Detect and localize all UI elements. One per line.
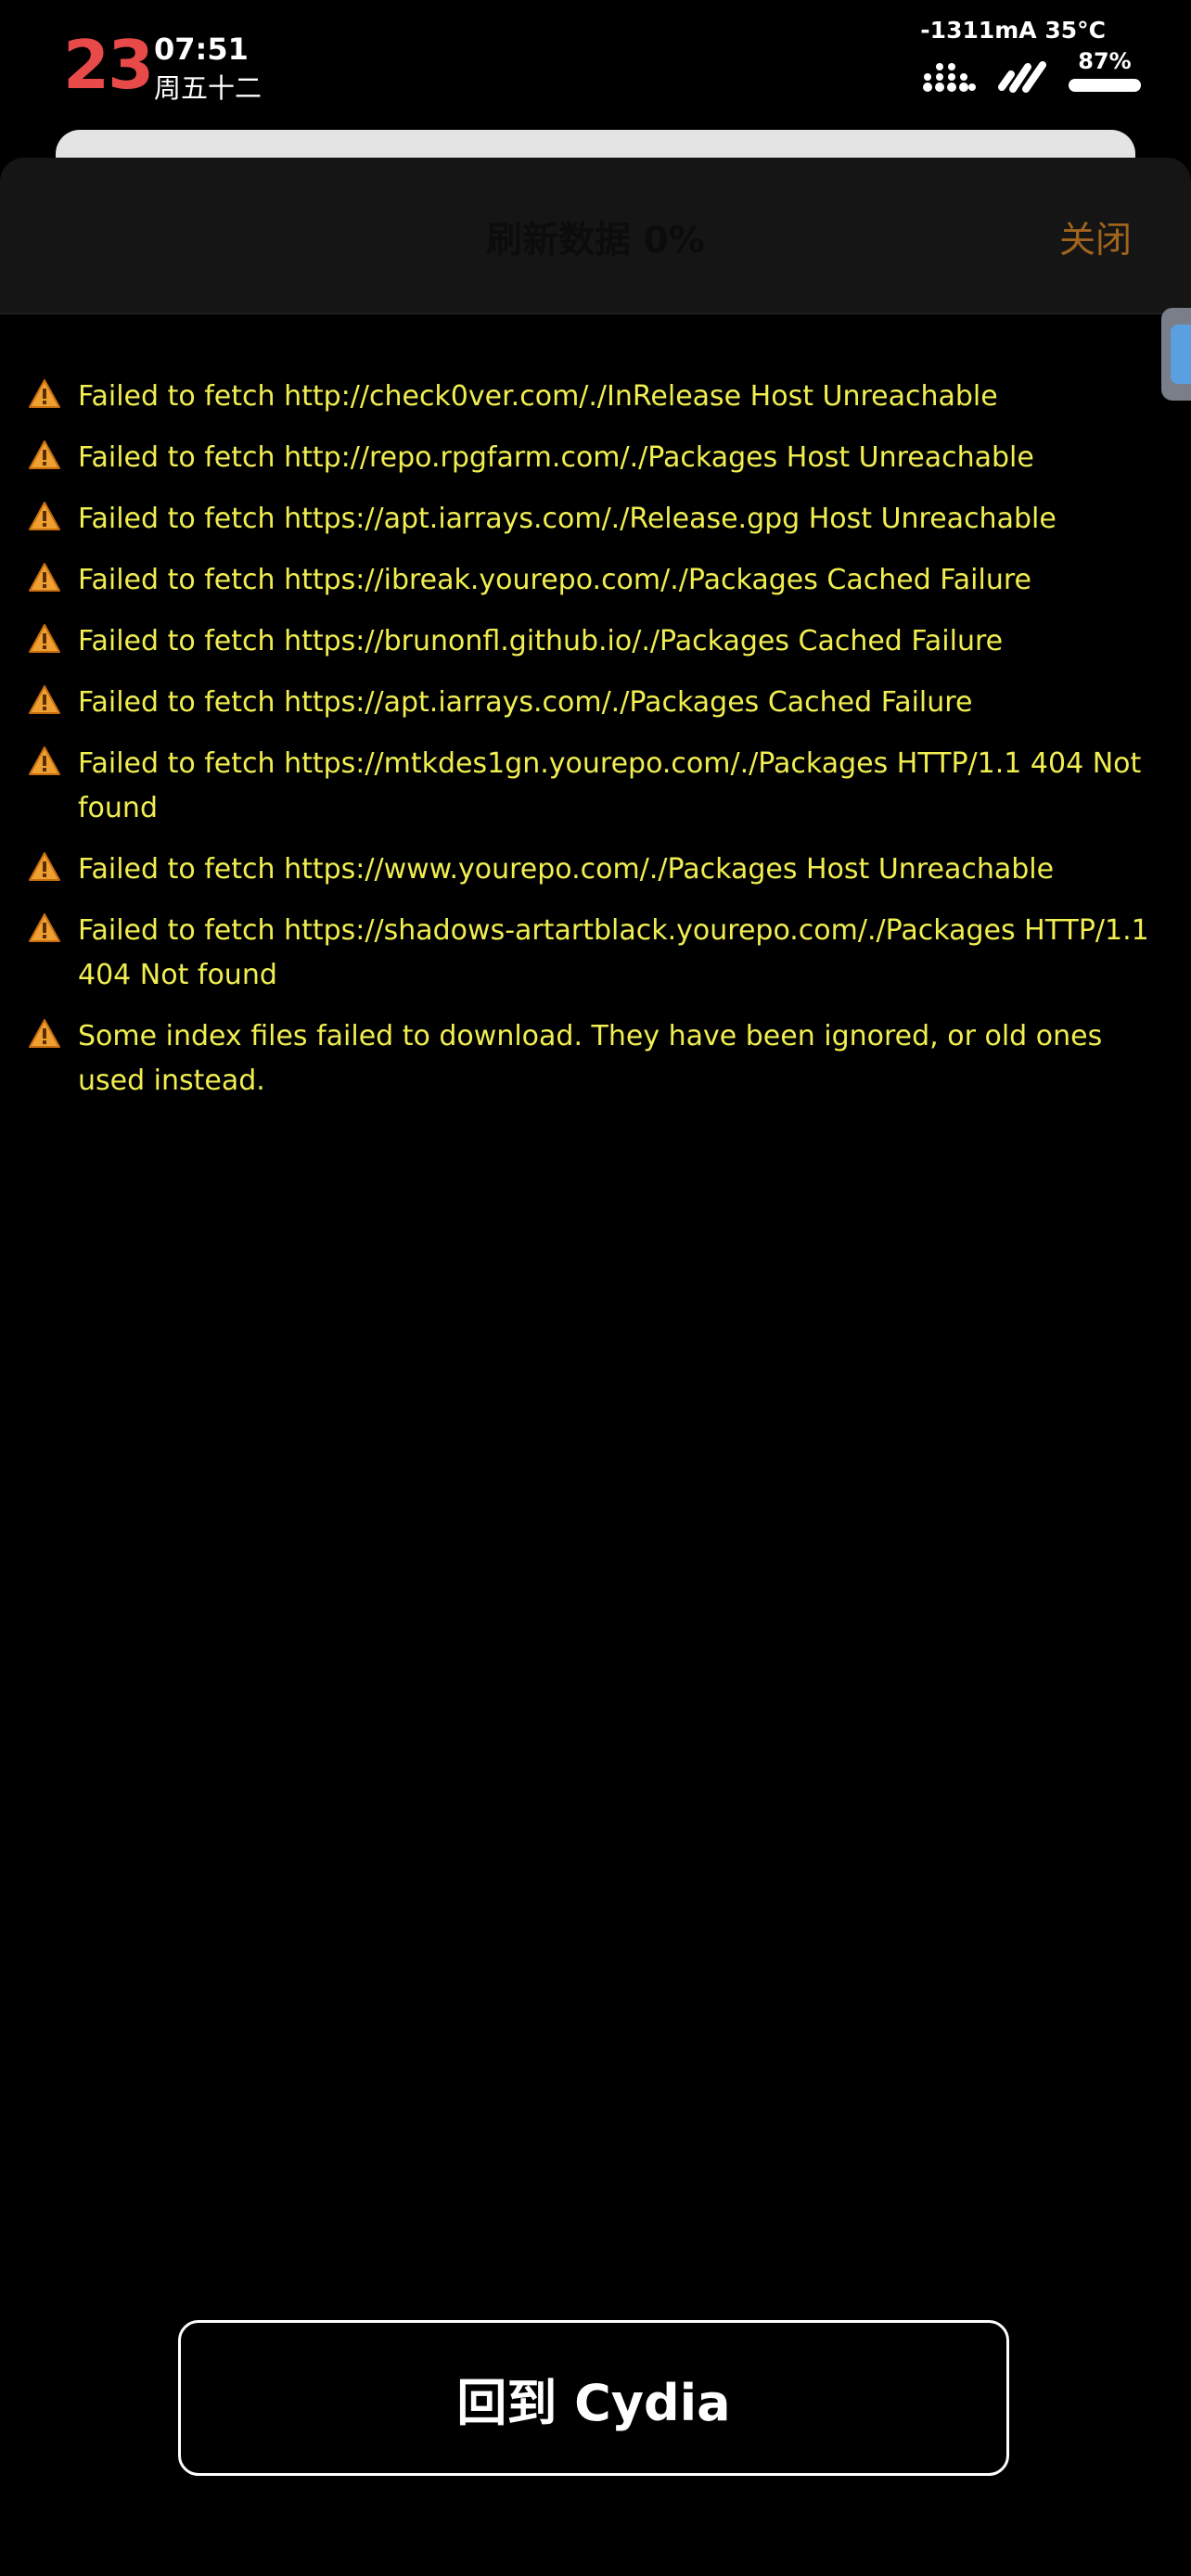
- warning-icon: [28, 1018, 61, 1050]
- signal-icon: [922, 57, 976, 95]
- list-item: Failed to fetch https://ibreak.yourepo.c…: [28, 558, 1159, 603]
- status-bar: 23 07:51 周五十二 -1311mA 35°C 87%: [0, 0, 1191, 130]
- list-item: Failed to fetch https://www.yourepo.com/…: [28, 848, 1159, 892]
- log-list: Failed to fetch http://check0ver.com/./I…: [28, 375, 1159, 1120]
- log-text: Failed to fetch https://www.yourepo.com/…: [78, 853, 1055, 886]
- log-text: Failed to fetch http://check0ver.com/./I…: [78, 380, 998, 413]
- warning-icon: [28, 912, 61, 944]
- log-text: Some index files failed to download. The…: [78, 1020, 1103, 1097]
- log-text: Failed to fetch https://brunonfl.github.…: [78, 625, 1004, 657]
- list-item: Failed to fetch http://repo.rpgfarm.com/…: [28, 436, 1159, 480]
- warning-icon: [28, 746, 61, 777]
- log-text: Failed to fetch https://apt.iarrays.com/…: [78, 503, 1057, 535]
- navigation-bar: 刷新数据 0% 关闭: [0, 158, 1191, 314]
- warning-icon: [28, 623, 61, 655]
- warning-icon: [28, 684, 61, 716]
- status-time: 07:51: [154, 32, 249, 67]
- status-sysinfo: -1311mA 35°C: [920, 17, 1106, 44]
- log-text: Failed to fetch https://apt.iarrays.com/…: [78, 686, 973, 719]
- list-item: Failed to fetch https://mtkdes1gn.yourep…: [28, 742, 1159, 831]
- battery-percentage: 87%: [1078, 48, 1132, 74]
- battery-level-bar: [1069, 79, 1141, 92]
- list-item: Some index files failed to download. The…: [28, 1014, 1159, 1103]
- log-text: Failed to fetch https://shadows-artartbl…: [78, 914, 1149, 991]
- warning-icon: [28, 378, 61, 410]
- list-item: Failed to fetch https://shadows-artartbl…: [28, 909, 1159, 998]
- close-button[interactable]: 关闭: [1059, 211, 1132, 263]
- list-item: Failed to fetch https://apt.iarrays.com/…: [28, 497, 1159, 542]
- warning-icon: [28, 440, 61, 471]
- return-to-cydia-button[interactable]: 回到 Cydia: [178, 2320, 1009, 2476]
- app-icon: [1171, 325, 1191, 384]
- warning-icon: [28, 501, 61, 532]
- list-item: Failed to fetch http://check0ver.com/./I…: [28, 375, 1159, 419]
- battery-icon: 87%: [1067, 48, 1143, 93]
- side-floating-tab[interactable]: [1161, 308, 1191, 401]
- wifi-icon: [996, 57, 1048, 95]
- page-title: 刷新数据 0%: [486, 220, 705, 261]
- log-text: Failed to fetch http://repo.rpgfarm.com/…: [78, 441, 1034, 474]
- warning-icon: [28, 562, 61, 593]
- log-text: Failed to fetch https://mtkdes1gn.yourep…: [78, 747, 1142, 824]
- status-weekday: 周五十二: [154, 72, 263, 104]
- log-text: Failed to fetch https://ibreak.yourepo.c…: [78, 564, 1031, 596]
- warning-icon: [28, 851, 61, 883]
- status-day: 23: [63, 26, 154, 104]
- list-item: Failed to fetch https://apt.iarrays.com/…: [28, 681, 1159, 725]
- list-item: Failed to fetch https://brunonfl.github.…: [28, 619, 1159, 664]
